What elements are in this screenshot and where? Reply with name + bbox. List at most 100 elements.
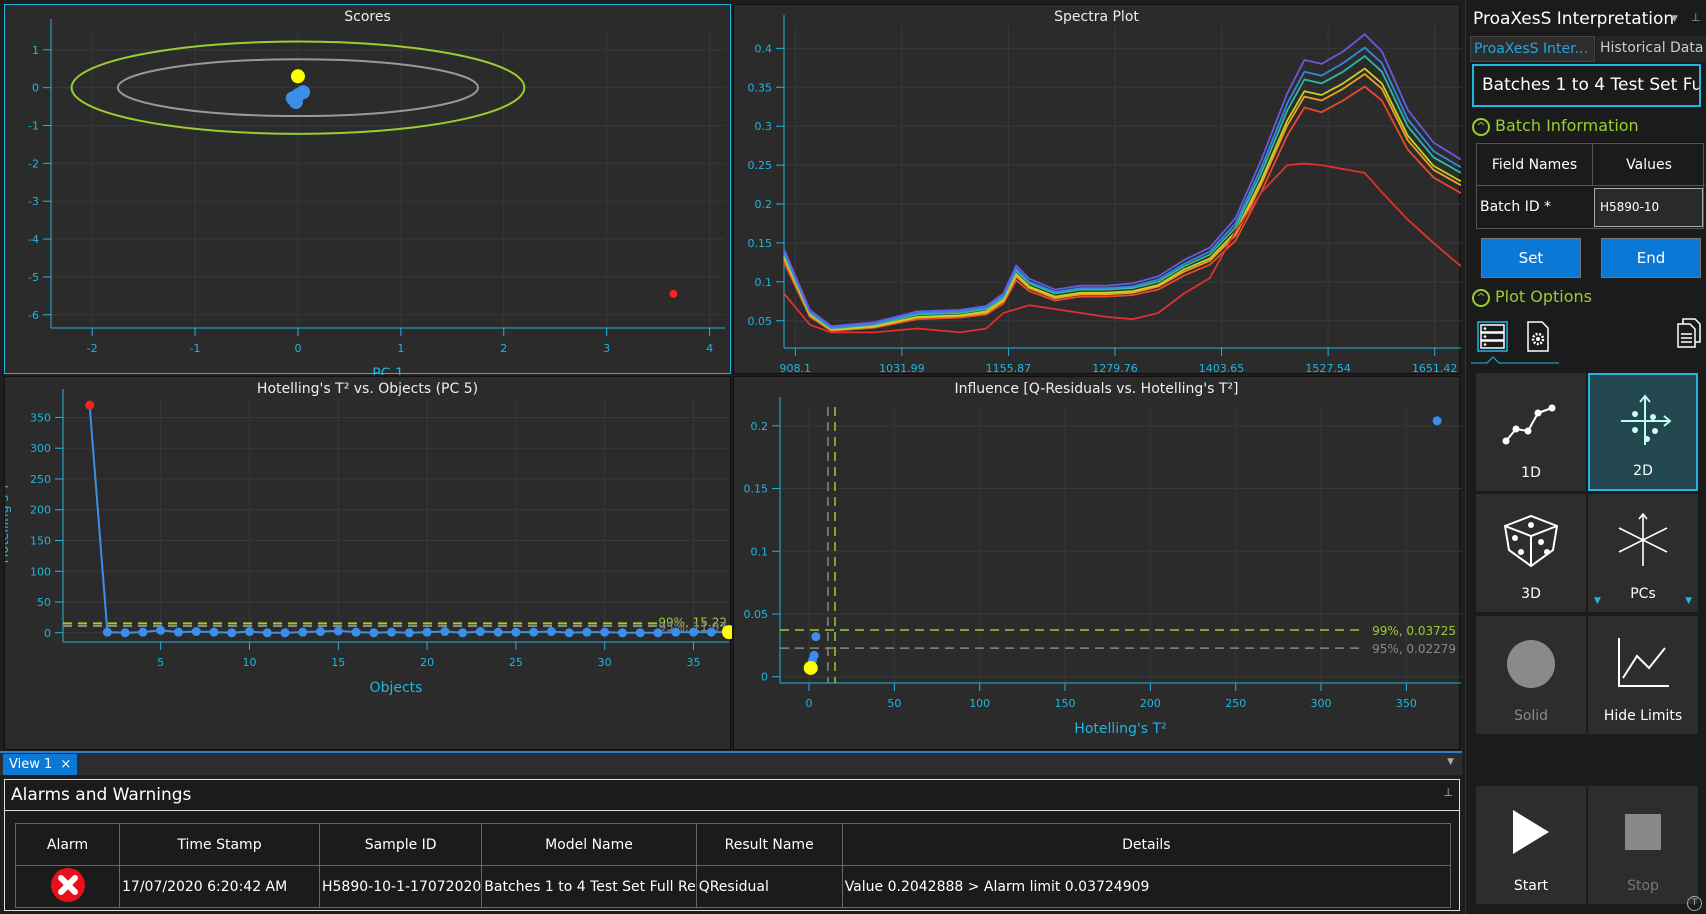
- col-alarm[interactable]: Alarm: [15, 823, 120, 866]
- set-button[interactable]: Set: [1481, 238, 1581, 278]
- col-sample-id[interactable]: Sample ID: [318, 823, 483, 866]
- score-point: [290, 88, 305, 103]
- chevron-down-icon[interactable]: ▼: [1447, 757, 1454, 767]
- y-axis-label: Hotelling's T²: [5, 478, 12, 564]
- t2-point: [475, 627, 485, 637]
- t2-point: [387, 627, 397, 637]
- alarm-error-icon: [50, 867, 85, 902]
- start-button[interactable]: Start: [1476, 786, 1586, 904]
- list-view-icon[interactable]: [1476, 320, 1510, 354]
- hotelling-chart[interactable]: 5 10 15 20 25 30 35050100150200250300350Object…: [0, 377, 736, 751]
- batch-id-input[interactable]: H5890-10: [1594, 188, 1703, 227]
- table-row[interactable]: 17/07/2020 6:20:42 AM H5890-10-1-1707202…: [15, 865, 1452, 908]
- y-tick-label: 300: [30, 442, 51, 455]
- t2-point: [262, 628, 272, 638]
- spectrum-line: [783, 85, 1462, 332]
- y-tick-label: -3: [28, 195, 39, 208]
- t2-point: [404, 628, 414, 638]
- stop-button[interactable]: Stop: [1588, 786, 1698, 904]
- limit-label: 95%, 0.02279: [1372, 642, 1456, 656]
- tile-solid[interactable]: Solid: [1476, 616, 1586, 734]
- y-tick-label: -1: [28, 120, 39, 133]
- y-tick-label: 50: [37, 596, 51, 609]
- pin-icon[interactable]: ⊥: [1691, 11, 1701, 24]
- col-details[interactable]: Details: [841, 823, 1452, 866]
- y-tick-label: 0.05: [744, 608, 769, 621]
- collapse-icon[interactable]: ^: [1472, 288, 1490, 307]
- tile-label: Stop: [1627, 878, 1659, 894]
- tile-hide-limits[interactable]: Hide Limits: [1588, 616, 1698, 734]
- collapse-icon[interactable]: ^: [1472, 117, 1490, 136]
- t2-point: [138, 627, 148, 637]
- section-label: Plot Options: [1495, 287, 1592, 306]
- plot-options-header[interactable]: ^ Plot Options: [1472, 287, 1592, 307]
- tab-view-1[interactable]: View 1 ×: [3, 754, 78, 775]
- header-values: Values: [1593, 144, 1705, 186]
- influence-chart[interactable]: 0 50 100 150 200 250 300 350 0 0.05 0.1 0.15 0.2 Hote…: [714, 377, 1461, 751]
- scores-chart[interactable]: -2-10123410-1-2-3-4-5-6PC 1PC 2: [5, 5, 732, 382]
- x-tick-label: 1651.42: [1412, 362, 1458, 375]
- y-tick-label: 0: [32, 82, 39, 95]
- pin-icon[interactable]: ⊥: [1443, 786, 1453, 799]
- col-model-name[interactable]: Model Name: [481, 823, 697, 866]
- tab-historical-data[interactable]: Historical Data: [1596, 36, 1706, 62]
- x-tick-label: 0: [294, 342, 301, 355]
- tile-label: 2D: [1633, 463, 1653, 479]
- y-tick-label: 200: [30, 504, 51, 517]
- t2-point: [440, 627, 450, 637]
- pcs-axes-icon: [1618, 512, 1668, 566]
- x-tick-label: 30: [598, 656, 612, 669]
- influence-point: [1432, 416, 1442, 426]
- batch-id-label: Batch ID *: [1480, 199, 1552, 215]
- t2-point: [458, 628, 468, 638]
- col-result-name[interactable]: Result Name: [695, 823, 843, 866]
- settings-document-icon[interactable]: [1525, 320, 1551, 354]
- dropdown-icon[interactable]: ▼: [1671, 14, 1678, 24]
- t2-point: [102, 627, 112, 637]
- influence-panel[interactable]: Influence [Q-Residuals vs. Hotelling's T…: [714, 376, 1461, 751]
- hotelling-panel[interactable]: Hotelling's T² vs. Objects (PC 5) 5 10 15 2…: [0, 376, 736, 751]
- copy-document-icon[interactable]: [1676, 317, 1702, 349]
- dropdown-icon[interactable]: ▼: [1685, 596, 1692, 606]
- batch-information-header[interactable]: ^ Batch Information: [1472, 116, 1639, 136]
- close-tab-icon[interactable]: ×: [60, 757, 71, 772]
- batch-table: Field Names Values Batch ID * H5890-10: [1476, 143, 1705, 229]
- alarm-cell: [15, 865, 120, 908]
- model-name-field[interactable]: Batches 1 to 4 Test Set Fu: [1472, 64, 1701, 107]
- t2-point: [333, 626, 343, 636]
- tile-1d[interactable]: 1D: [1476, 373, 1586, 491]
- x-tick-label: 300: [1311, 697, 1332, 710]
- tile-label: PCs: [1630, 586, 1656, 602]
- tile-pcs[interactable]: PCs ▼ ▼: [1588, 494, 1698, 612]
- t2-point: [635, 628, 645, 638]
- y-tick-label: 0: [44, 627, 51, 640]
- stop-icon: [1625, 814, 1661, 850]
- x-tick-label: 1527.54: [1305, 362, 1351, 375]
- tab-label: View 1: [9, 757, 53, 772]
- x-tick-label: 1155.87: [986, 362, 1032, 375]
- col-time-stamp[interactable]: Time Stamp: [119, 823, 320, 866]
- dropdown-icon[interactable]: ▼: [1594, 596, 1601, 606]
- y-tick-label: -2: [28, 157, 39, 170]
- tile-2d[interactable]: 2D: [1588, 373, 1698, 491]
- solid-circle-icon: [1507, 640, 1555, 688]
- t2-point: [564, 628, 574, 638]
- spectra-panel[interactable]: Spectra Plot 908.1 1031.99 1155.87 1279.76 1…: [733, 4, 1462, 375]
- y-tick-label: 0.15: [748, 237, 773, 250]
- tab-interpretation[interactable]: ProaXesS Inter...: [1470, 36, 1595, 62]
- y-tick-label: 0.25: [748, 159, 773, 172]
- limit-label: 99%, 0.03725: [1372, 624, 1456, 638]
- t2-point: [191, 627, 201, 637]
- t2-point: [671, 627, 681, 637]
- help-icon[interactable]: T: [1687, 896, 1702, 911]
- panel-title: ProaXesS Interpretation: [1473, 9, 1675, 29]
- y-tick-label: 0.4: [755, 42, 773, 55]
- y-tick-label: 0.2: [751, 420, 769, 433]
- x-tick-label: 200: [1140, 697, 1161, 710]
- scores-panel[interactable]: Scores -2-10123410-1-2-3-4-5-6PC 1PC 2: [4, 4, 732, 382]
- t2-point: [156, 625, 166, 635]
- end-button[interactable]: End: [1601, 238, 1701, 278]
- spectra-chart[interactable]: 908.1 1031.99 1155.87 1279.76 1403.65 1527.54…: [734, 5, 1462, 375]
- tile-3d[interactable]: 3D: [1476, 494, 1586, 612]
- x-tick-label: 50: [887, 697, 901, 710]
